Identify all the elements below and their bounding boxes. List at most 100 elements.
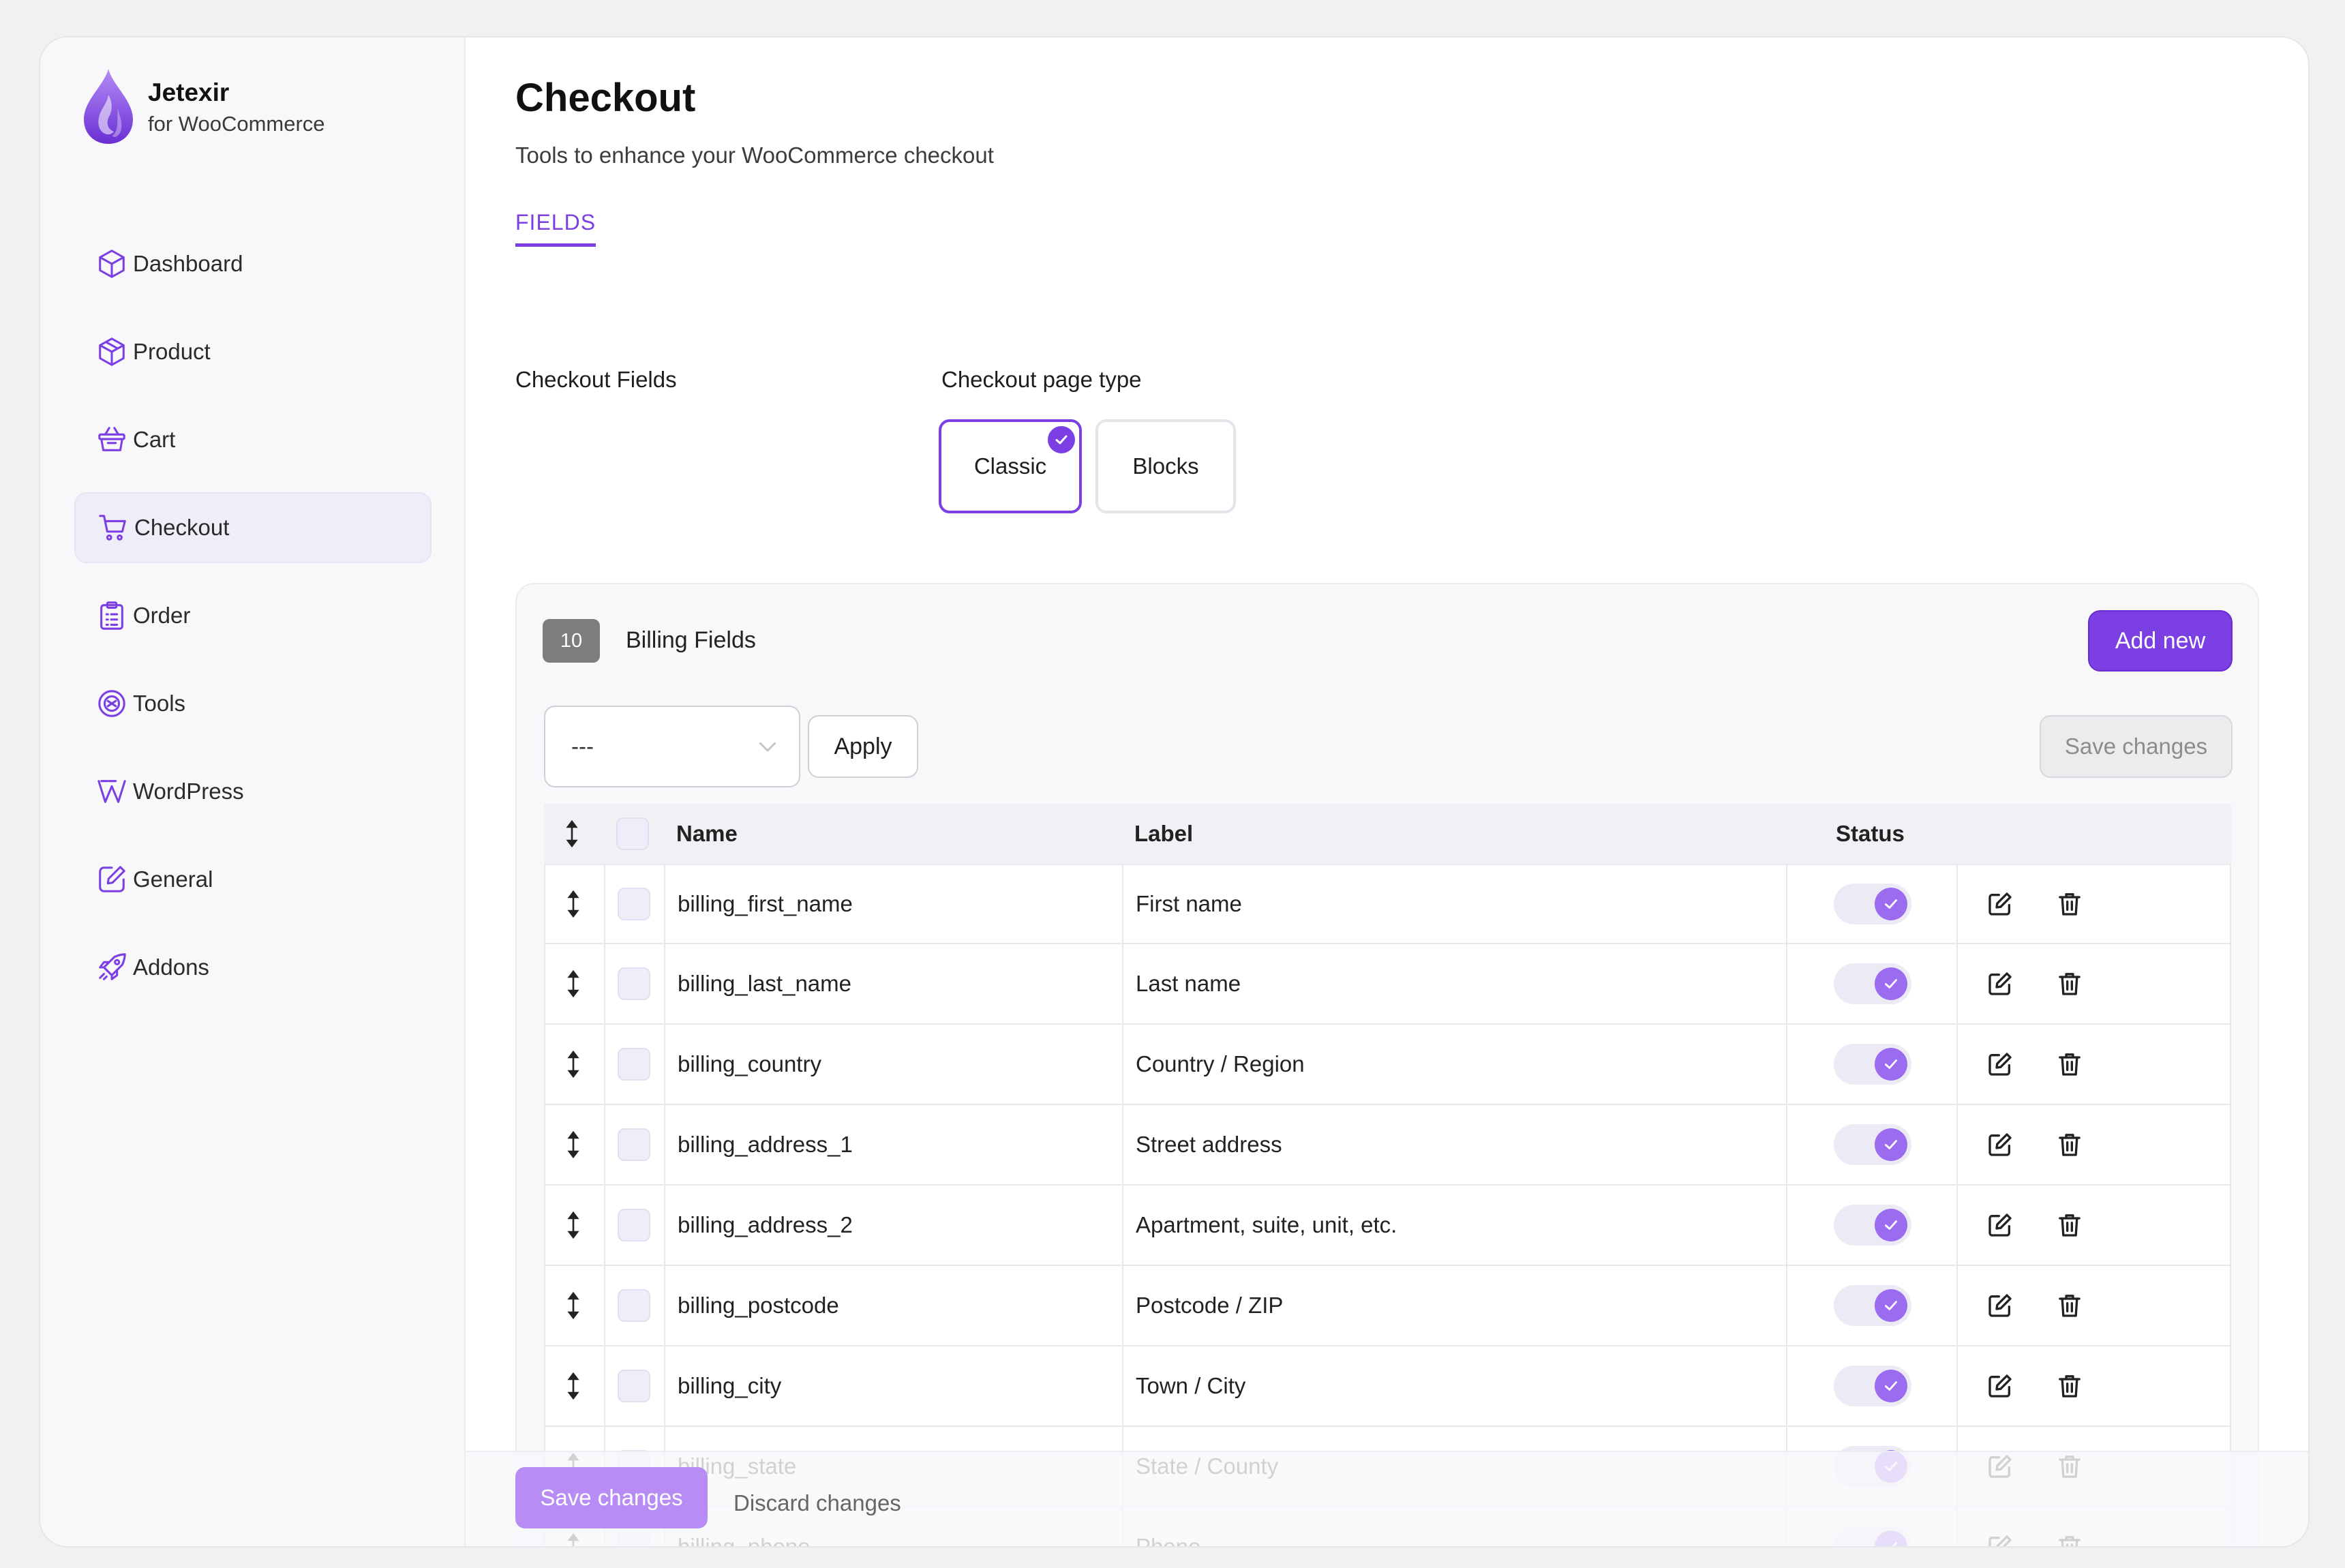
row-checkbox[interactable] [618,1048,650,1081]
page-type-label: Blocks [1132,453,1199,479]
sidebar-item-wordpress[interactable]: WordPress [74,756,432,827]
edit-icon[interactable] [1986,1211,2014,1239]
toggle-check-icon [1875,967,1907,1000]
sidebar-item-addons[interactable]: Addons [74,932,432,1003]
check-circle-icon [1048,426,1075,453]
edit-icon[interactable] [1986,1372,2014,1400]
toggle-check-icon [1875,1128,1907,1161]
edit-icon[interactable] [1986,890,2014,918]
page-type-classic-option[interactable]: Classic [939,419,1082,513]
trash-icon[interactable] [2056,1131,2083,1158]
field-name-cell: billing_country [678,1051,821,1076]
row-checkbox[interactable] [618,1289,650,1322]
sidebar-item-label: Tools [133,691,186,716]
brand-name: Jetexir [148,78,230,106]
app-window: Jetexir for WooCommerce Dashboard Produc… [39,36,2310,1548]
trash-icon[interactable] [2056,1051,2083,1078]
apply-button[interactable]: Apply [808,715,918,778]
checkout-fields-label: Checkout Fields [515,367,677,392]
package-icon [99,337,125,366]
tab-fields[interactable]: FIELDS [515,210,596,247]
brand[interactable]: Jetexir for WooCommerce [82,67,325,145]
sidebar-item-label: Order [133,603,191,628]
sidebar-item-label: Cart [133,427,176,452]
table-row: billing_first_name First name [544,864,2231,944]
main-content: Checkout Tools to enhance your WooCommer… [466,37,2308,1546]
row-checkbox[interactable] [618,967,650,1000]
table-row: billing_city Town / City [544,1346,2231,1427]
edit-icon[interactable] [1986,970,2014,997]
add-new-button[interactable]: Add new [2088,610,2233,672]
trash-icon[interactable] [2056,1372,2083,1400]
status-toggle[interactable] [1834,1124,1911,1165]
field-name-cell: billing_address_2 [678,1212,853,1237]
status-toggle[interactable] [1834,884,1911,924]
trash-icon[interactable] [2056,1211,2083,1239]
cart-icon [99,515,126,541]
select-all-checkbox[interactable] [616,817,649,850]
drag-handle-icon[interactable] [563,1130,584,1160]
toggle-check-icon [1875,888,1907,920]
table-row: billing_address_2 Apartment, suite, unit… [544,1186,2231,1266]
field-count-badge: 10 [543,619,600,663]
page-type-blocks-option[interactable]: Blocks [1095,419,1236,513]
trash-icon[interactable] [2056,890,2083,918]
drag-handle-icon[interactable] [563,889,584,919]
field-name-cell: billing_postcode [678,1293,839,1318]
field-label-cell: Country / Region [1136,1051,1305,1076]
save-changes-button[interactable]: Save changes [2040,715,2233,778]
field-label-cell: First name [1136,891,1242,916]
column-header-status: Status [1836,821,1905,846]
page-type-label: Classic [973,453,1047,479]
sidebar-item-label: Checkout [134,515,230,540]
discard-changes-button[interactable]: Discard changes [733,1490,901,1516]
sidebar-item-product[interactable]: Product [74,316,432,387]
sidebar-item-dashboard[interactable]: Dashboard [74,228,432,299]
checkout-page-type-label: Checkout page type [941,367,1142,392]
field-label-cell: Street address [1136,1132,1282,1157]
toggle-check-icon [1875,1048,1907,1081]
status-toggle[interactable] [1834,963,1911,1004]
flame-logo-icon [84,69,133,144]
field-name-cell: billing_city [678,1373,782,1398]
billing-fields-title: Billing Fields [626,627,756,653]
row-checkbox[interactable] [618,1128,650,1161]
sidebar-item-tools[interactable]: Tools [74,668,432,739]
row-checkbox[interactable] [618,1370,650,1402]
rocket-icon [99,953,126,980]
drag-handle-icon[interactable] [563,1291,584,1321]
sidebar-item-cart[interactable]: Cart [74,404,432,475]
status-toggle[interactable] [1834,1044,1911,1085]
table-body: billing_first_name First name billing_la… [544,864,2231,1546]
sidebar-item-general[interactable]: General [74,844,432,915]
billing-fields-table: Name Label Status billing_first_name Fir… [544,804,2231,1546]
edit-icon[interactable] [1986,1292,2014,1319]
page-subtitle: Tools to enhance your WooCommerce checko… [515,142,994,168]
column-header-label: Label [1134,821,1194,846]
footer-save-changes-button[interactable]: Save changes [515,1467,708,1528]
drag-handle-icon[interactable] [563,1049,584,1079]
edit-icon[interactable] [1986,1051,2014,1078]
field-label-cell: Town / City [1136,1373,1246,1398]
field-label-cell: Postcode / ZIP [1136,1293,1284,1318]
tools-badge-icon [98,690,125,717]
sidebar-item-checkout[interactable]: Checkout [74,492,432,563]
row-checkbox[interactable] [618,888,650,920]
trash-icon[interactable] [2056,970,2083,997]
drag-handle-icon[interactable] [563,1210,584,1240]
sidebar-item-label: Dashboard [133,251,243,276]
status-toggle[interactable] [1834,1366,1911,1406]
drag-handle-icon[interactable] [563,1371,584,1401]
sidebar-item-label: WordPress [133,779,244,804]
edit-icon[interactable] [1986,1131,2014,1158]
status-toggle[interactable] [1834,1285,1911,1326]
drag-handle-icon[interactable] [563,969,584,999]
bulk-action-select[interactable]: --- [544,706,800,787]
table-row: billing_address_1 Street address [544,1105,2231,1186]
row-checkbox[interactable] [618,1209,650,1241]
toggle-check-icon [1875,1209,1907,1241]
sidebar-item-label: General [133,866,213,892]
sidebar-item-order[interactable]: Order [74,580,432,651]
trash-icon[interactable] [2056,1292,2083,1319]
status-toggle[interactable] [1834,1205,1911,1246]
